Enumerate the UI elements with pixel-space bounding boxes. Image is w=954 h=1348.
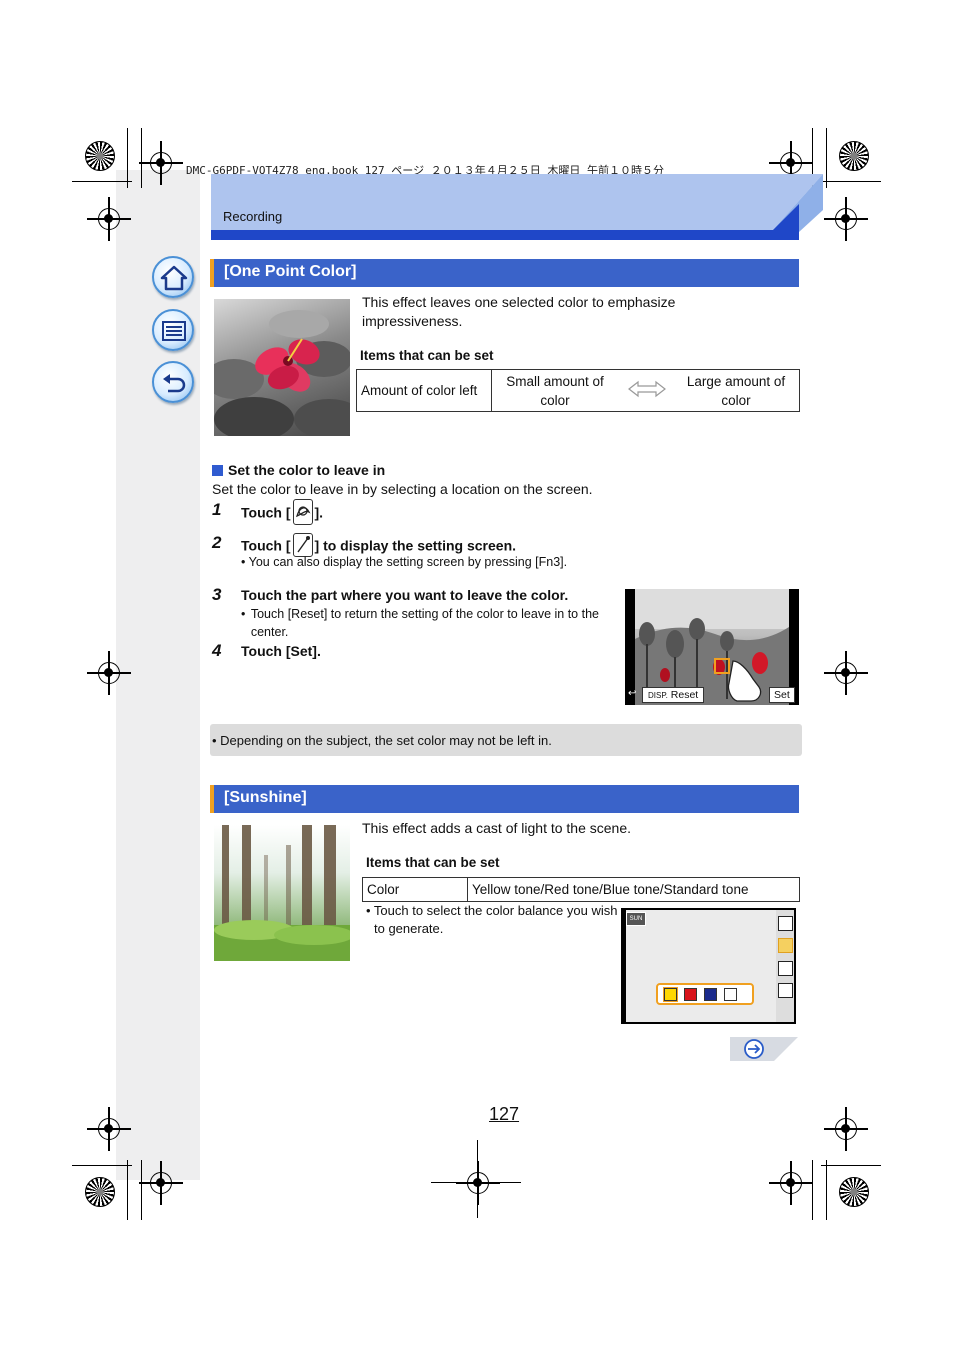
color-select-screen: ↩ DISP. Reset Set (625, 589, 799, 705)
step-number: 2 (212, 533, 222, 552)
return-arrow-icon: ↩ (628, 688, 637, 699)
home-button[interactable] (152, 256, 194, 298)
section-sunshine: [Sunshine] (210, 785, 799, 813)
chapter-header: Recording (211, 170, 823, 240)
step-text: ]. (314, 504, 324, 521)
one-point-items-table: Amount of color left Small amount of col… (356, 369, 800, 412)
exposure-icon[interactable] (778, 983, 793, 998)
step-1: Touch []. (241, 499, 324, 527)
set-color-heading: Set the color to leave in (228, 462, 386, 478)
color-swatch-bar (656, 983, 754, 1005)
filter-icon[interactable] (778, 916, 793, 931)
color-swatch[interactable] (724, 988, 737, 1001)
note-text: • Depending on the subject, the set colo… (212, 733, 552, 748)
chapter-title: Recording (223, 209, 283, 224)
side-toolbar (776, 910, 794, 1022)
section-title: [Sunshine] (224, 789, 307, 806)
step-text: Touch [ (241, 537, 291, 554)
note-text: You can also display the setting screen … (248, 555, 568, 569)
list-icon (162, 321, 186, 341)
effect-icon[interactable] (778, 938, 793, 953)
table-low: Small amount of color (506, 374, 604, 408)
color-balance-screen: SUN (621, 908, 796, 1024)
home-icon (160, 265, 188, 291)
next-page-button[interactable] (730, 1037, 798, 1061)
return-icon (163, 374, 186, 393)
page-number: 127 (489, 1104, 520, 1124)
step-number: 1 (212, 500, 222, 519)
sunshine-description: This effect adds a cast of light to the … (362, 820, 632, 836)
step-3-note: • Touch [Reset] to return the setting of… (241, 605, 613, 641)
step-2-note: • You can also display the setting scree… (241, 555, 568, 569)
table-high: Large amount of color (686, 374, 786, 408)
set-color-text: Set the color to leave in by selecting a… (212, 481, 593, 497)
contents-button[interactable] (152, 309, 194, 351)
sun-badge: SUN (626, 912, 646, 926)
step-4: Touch [Set]. (241, 643, 321, 659)
flower-photo (214, 299, 350, 436)
section-title: [One Point Color] (224, 263, 357, 280)
section-one-point-color: [One Point Color] (210, 259, 799, 287)
step-3: Touch the part where you want to leave t… (241, 587, 569, 603)
step-text: Touch [ (241, 504, 291, 521)
table-value: Yellow tone/Red tone/Blue tone/Standard … (467, 877, 800, 902)
reset-button[interactable]: DISP. Reset (642, 687, 705, 703)
table-label: Color (362, 877, 468, 902)
table-label: Amount of color left (356, 369, 492, 412)
note-text: Touch [Reset] to return the setting of t… (250, 607, 599, 639)
note-box: • Depending on the subject, the set colo… (210, 724, 802, 756)
items-heading: Items that can be set (366, 855, 500, 870)
step-number: 4 (212, 641, 222, 660)
filter-effect-icon[interactable] (292, 499, 313, 525)
step-text: ] to display the setting screen. (314, 537, 517, 554)
forest-photo (214, 825, 350, 961)
one-point-description: This effect leaves one selected color to… (362, 294, 676, 329)
back-button[interactable] (152, 361, 194, 403)
sunshine-bullet: • Touch to select the color balance you … (366, 903, 618, 936)
reset-label: Reset (670, 689, 699, 701)
color-swatch[interactable] (663, 987, 678, 1002)
bullet-square-icon (212, 465, 223, 476)
step-number: 3 (212, 585, 222, 604)
defocus-icon[interactable] (778, 961, 793, 976)
color-swatch[interactable] (684, 988, 697, 1001)
items-heading: Items that can be set (360, 348, 494, 363)
set-button[interactable]: Set (769, 687, 795, 703)
disp-label: DISP. (648, 691, 668, 700)
color-swatch[interactable] (704, 988, 717, 1001)
double-arrow-icon (628, 380, 666, 398)
sunshine-items-table: Color Yellow tone/Red tone/Blue tone/Sta… (362, 877, 800, 902)
